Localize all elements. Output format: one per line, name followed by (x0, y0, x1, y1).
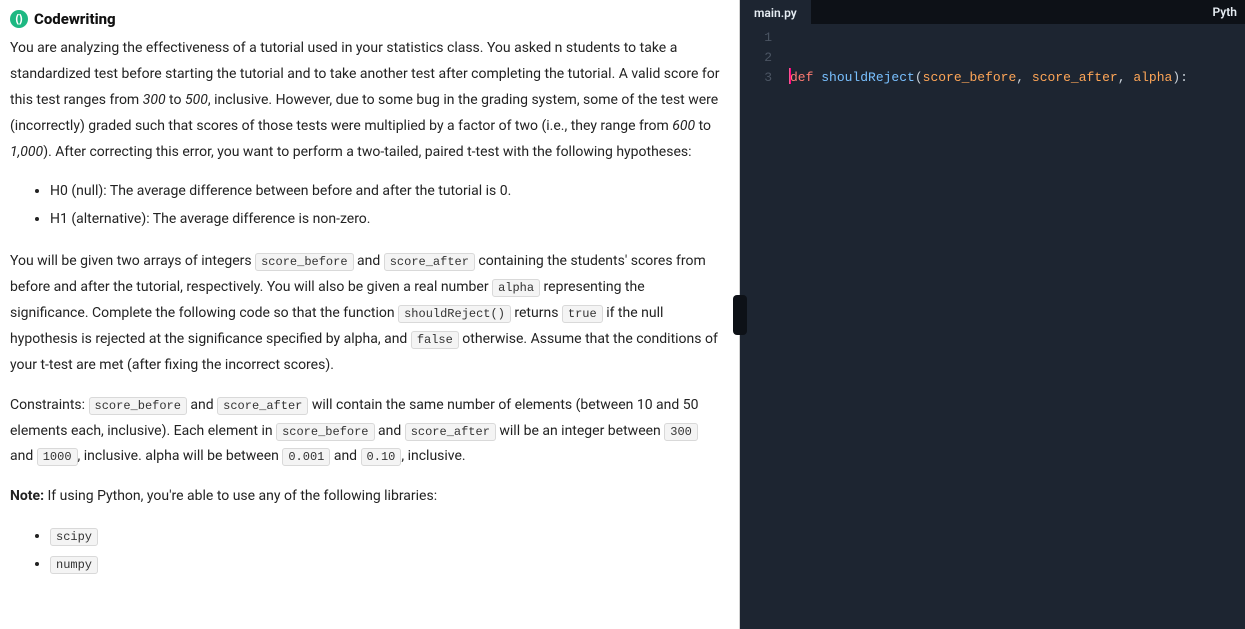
token-function: shouldReject (821, 70, 915, 85)
text: to (695, 118, 711, 134)
text: ). After correcting this error, you want… (43, 144, 691, 160)
token-keyword: def (790, 70, 813, 85)
list-item: numpy (50, 552, 721, 578)
split-handle[interactable] (733, 295, 747, 335)
line-gutter: 1 2 3 (740, 24, 790, 629)
libraries-list: scipy numpy (10, 524, 721, 578)
text: , inclusive. alpha will be between (78, 448, 283, 464)
code-literal: 0.001 (282, 448, 330, 466)
code-literal: true (562, 305, 603, 323)
code-literal: shouldReject() (398, 305, 511, 323)
code-literal: 0.10 (361, 448, 402, 466)
text: will be an integer between (496, 423, 664, 439)
code-literal: scipy (50, 528, 98, 546)
text: Constraints: (10, 397, 89, 413)
brand-logo-icon: () (10, 10, 28, 28)
line-number: 1 (740, 28, 790, 48)
hypotheses-list: H0 (null): The average difference betwee… (10, 179, 721, 233)
code-literal: 1000 (37, 448, 78, 466)
tab-main-py[interactable]: main.py (740, 0, 811, 24)
code-literal: alpha (492, 279, 540, 297)
code-line[interactable] (790, 188, 1245, 208)
code-literal: score_before (89, 397, 187, 415)
list-item: H0 (null): The average difference betwee… (50, 179, 721, 205)
text: and (354, 253, 384, 269)
code-literal: score_after (384, 253, 475, 271)
token-punct: , (1118, 70, 1134, 85)
token-punct: ( (915, 70, 923, 85)
problem-statement: You are analyzing the effectiveness of a… (10, 36, 721, 578)
note-label: Note: (10, 488, 44, 504)
token-punct: , (1016, 70, 1032, 85)
code-literal: score_after (405, 423, 496, 441)
problem-panel[interactable]: () Codewriting You are analyzing the eff… (0, 0, 740, 629)
editor-tabbar: main.py Pyth (740, 0, 1245, 24)
line-number: 3 (740, 68, 790, 88)
panel-header: () Codewriting (10, 10, 721, 36)
line-number: 2 (740, 48, 790, 68)
code-line[interactable] (790, 128, 1245, 148)
token-param: score_before (923, 70, 1017, 85)
code-line[interactable]: def shouldReject(score_before, score_aft… (790, 68, 1245, 88)
token-punct: ): (1172, 70, 1188, 85)
list-item: H1 (alternative): The average difference… (50, 207, 721, 233)
text: and (10, 448, 37, 464)
text: , inclusive. (401, 448, 465, 464)
text: If using Python, you're able to use any … (44, 488, 437, 504)
code-literal: numpy (50, 556, 98, 574)
token-param: alpha (1133, 70, 1172, 85)
text: You will be given two arrays of integers (10, 253, 255, 269)
text: returns (511, 305, 562, 321)
code-literal: score_after (217, 397, 308, 415)
panel-title: Codewriting (34, 10, 116, 28)
value-italic: 600 (672, 118, 695, 134)
code-literal: score_before (255, 253, 353, 271)
code-literal: false (411, 331, 459, 349)
value-italic: 300 (143, 92, 166, 108)
token-param: score_after (1032, 70, 1118, 85)
text: and (187, 397, 217, 413)
editor-panel: main.py Pyth 1 2 3 def shouldReject(scor… (740, 0, 1245, 629)
code-area[interactable]: def shouldReject(score_before, score_aft… (790, 24, 1245, 629)
code-literal: 300 (664, 423, 698, 441)
value-italic: 500 (185, 92, 208, 108)
code-literal: score_before (276, 423, 374, 441)
language-selector[interactable]: Pyth (1205, 0, 1245, 24)
text: and (375, 423, 405, 439)
list-item: scipy (50, 524, 721, 550)
text: and (330, 448, 360, 464)
text: to (166, 92, 185, 108)
value-italic: 1,000 (10, 144, 43, 160)
code-editor[interactable]: 1 2 3 def shouldReject(score_before, sco… (740, 24, 1245, 629)
